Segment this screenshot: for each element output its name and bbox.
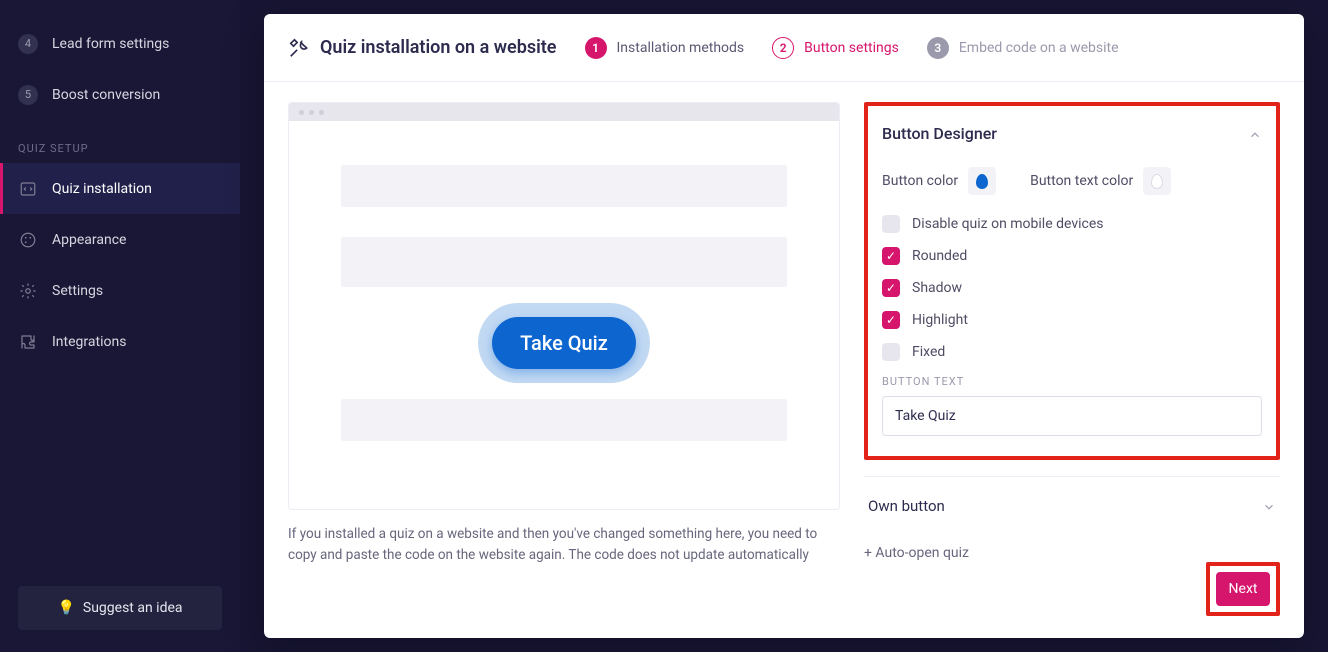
check-highlight[interactable]: ✓ Highlight <box>882 311 1262 329</box>
step-1-number: 1 <box>585 37 607 59</box>
card: Quiz installation on a website 1 Install… <box>264 14 1304 638</box>
own-button-title: Own button <box>868 497 945 515</box>
settings-column: Button Designer Button color But <box>864 102 1280 622</box>
main: Quiz installation on a website 1 Install… <box>240 0 1328 652</box>
step-2-number: 2 <box>772 37 794 59</box>
checkbox-label: Disable quiz on mobile devices <box>912 216 1104 232</box>
sidebar-item-install[interactable]: Quiz installation <box>0 163 240 214</box>
step-number-4: 4 <box>18 34 38 54</box>
sidebar-group-label: Quiz setup <box>0 120 240 163</box>
panel-title: Button Designer <box>882 124 997 143</box>
lightbulb-icon: 💡 <box>57 600 74 616</box>
check-shadow[interactable]: ✓ Shadow <box>882 279 1262 297</box>
check-rounded[interactable]: ✓ Rounded <box>882 247 1262 265</box>
chevron-down-icon <box>1262 499 1276 513</box>
step-1[interactable]: 1 Installation methods <box>585 37 745 59</box>
checkbox-off-icon <box>882 215 900 233</box>
step-2-label: Button settings <box>804 40 899 56</box>
suggest-idea-button[interactable]: 💡 Suggest an idea <box>18 586 222 630</box>
color-swatch <box>968 167 996 195</box>
checkbox-label: Highlight <box>912 312 968 328</box>
step-3-number: 3 <box>927 37 949 59</box>
sidebar-item-label: Quiz installation <box>52 181 152 197</box>
step-3-label: Embed code on a website <box>959 40 1119 56</box>
traffic-dot <box>319 110 324 115</box>
color-swatch <box>1143 167 1171 195</box>
tools-icon <box>288 37 310 59</box>
step-2[interactable]: 2 Button settings <box>772 37 899 59</box>
sidebar-step-boost[interactable]: 5 Boost conversion <box>0 69 240 120</box>
text-color-picker[interactable]: Button text color <box>1030 167 1171 195</box>
next-button-highlight: Next <box>1206 562 1280 616</box>
install-note: If you installed a quiz on a website and… <box>288 524 840 566</box>
checkbox-on-icon: ✓ <box>882 247 900 265</box>
check-fixed[interactable]: Fixed <box>882 343 1262 361</box>
page-title: Quiz installation on a website <box>320 37 557 58</box>
sidebar-item-integrations[interactable]: Integrations <box>0 316 240 367</box>
card-header: Quiz installation on a website 1 Install… <box>264 14 1304 82</box>
checkbox-on-icon: ✓ <box>882 279 900 297</box>
button-color-label: Button color <box>882 173 958 189</box>
auto-open-quiz-link[interactable]: + Auto-open quiz <box>864 545 1280 561</box>
placeholder-line <box>341 399 787 441</box>
preview-column: Take Quiz If you installed a quiz on a w… <box>288 102 840 622</box>
button-designer-panel: Button Designer Button color But <box>864 102 1280 460</box>
checkbox-on-icon: ✓ <box>882 311 900 329</box>
puzzle-icon <box>18 332 38 352</box>
button-color-picker[interactable]: Button color <box>882 167 996 195</box>
traffic-dot <box>299 110 304 115</box>
browser-bar <box>289 103 839 121</box>
own-button-panel[interactable]: Own button <box>864 476 1280 515</box>
button-text-field-label: Button text <box>882 375 1262 388</box>
step-1-label: Installation methods <box>617 40 745 56</box>
sidebar: 4 Lead form settings 5 Boost conversion … <box>0 0 240 652</box>
text-color-label: Button text color <box>1030 173 1133 189</box>
browser-preview: Take Quiz <box>288 102 840 510</box>
placeholder-line <box>341 237 787 287</box>
placeholder-line <box>341 165 787 207</box>
button-text-input[interactable] <box>882 396 1262 436</box>
traffic-dot <box>309 110 314 115</box>
drop-icon <box>1151 174 1163 189</box>
gear-icon <box>18 281 38 301</box>
take-quiz-button-preview[interactable]: Take Quiz <box>492 317 636 369</box>
sidebar-item-label: Integrations <box>52 334 126 350</box>
sidebar-step-lead-form[interactable]: 4 Lead form settings <box>0 18 240 69</box>
sidebar-item-settings[interactable]: Settings <box>0 265 240 316</box>
drop-icon <box>976 174 988 189</box>
sidebar-step-label: Boost conversion <box>52 87 160 103</box>
checkbox-label: Shadow <box>912 280 962 296</box>
palette-icon <box>18 230 38 250</box>
suggest-idea-label: Suggest an idea <box>83 600 183 616</box>
sidebar-step-label: Lead form settings <box>52 36 169 52</box>
step-number-5: 5 <box>18 85 38 105</box>
step-3[interactable]: 3 Embed code on a website <box>927 37 1119 59</box>
chevron-up-icon <box>1248 127 1262 141</box>
check-disable-mobile[interactable]: Disable quiz on mobile devices <box>882 215 1262 233</box>
next-button[interactable]: Next <box>1216 572 1270 606</box>
checkbox-label: Fixed <box>912 344 945 360</box>
code-icon <box>18 179 38 199</box>
sidebar-item-appearance[interactable]: Appearance <box>0 214 240 265</box>
checkbox-off-icon <box>882 343 900 361</box>
sidebar-item-label: Settings <box>52 283 103 299</box>
checkbox-label: Rounded <box>912 248 967 264</box>
sidebar-item-label: Appearance <box>52 232 126 248</box>
panel-header[interactable]: Button Designer <box>882 124 1262 143</box>
